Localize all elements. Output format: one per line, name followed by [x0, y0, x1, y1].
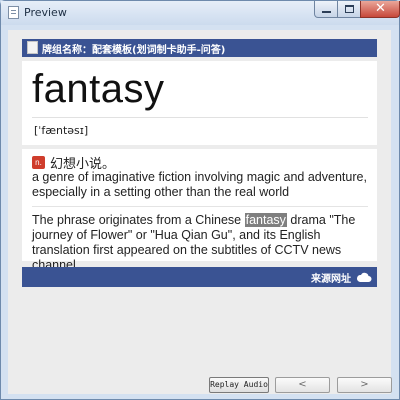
replay-audio-button[interactable]: Replay Audio — [209, 377, 269, 393]
minimize-button[interactable] — [314, 1, 338, 18]
previous-button[interactable]: < — [275, 377, 330, 393]
close-icon: ✕ — [375, 1, 386, 16]
definition-card: n. 幻想小说。 a genre of imaginative fiction … — [22, 149, 377, 272]
divider — [32, 117, 368, 118]
maximize-button[interactable] — [337, 1, 361, 18]
window-title: Preview — [24, 6, 67, 19]
bottom-toolbar — [8, 373, 391, 394]
source-link[interactable]: 来源网址 — [311, 270, 351, 285]
deck-name-bar: 牌组名称：配套模板(划词制卡助手-问答) — [22, 39, 377, 57]
divider — [32, 206, 368, 207]
part-of-speech-badge: n. — [32, 156, 45, 169]
next-button[interactable]: > — [337, 377, 392, 393]
maximize-icon — [345, 5, 354, 13]
document-icon — [27, 41, 38, 54]
word-card: fantasy [ˈfæntəsɪ] — [22, 61, 377, 145]
title-bar[interactable]: Preview ✕ — [1, 1, 400, 25]
deck-name: 牌组名称：配套模板(划词制卡助手-问答) — [42, 45, 226, 56]
example-sentence: The phrase originates from a Chinese fan… — [32, 213, 377, 273]
definition-english: a genre of imaginative fiction involving… — [32, 170, 367, 199]
cloud-icon — [356, 272, 372, 282]
minimize-icon — [322, 11, 331, 13]
app-icon — [8, 6, 19, 19]
close-button[interactable]: ✕ — [360, 1, 400, 18]
source-bar[interactable]: 来源网址 — [22, 267, 377, 287]
phonetic: [ˈfæntəsɪ] — [34, 124, 89, 137]
headword: fantasy — [32, 67, 165, 111]
example-highlight: fantasy — [244, 213, 287, 227]
example-text-before: The phrase originates from a Chinese — [32, 213, 245, 227]
